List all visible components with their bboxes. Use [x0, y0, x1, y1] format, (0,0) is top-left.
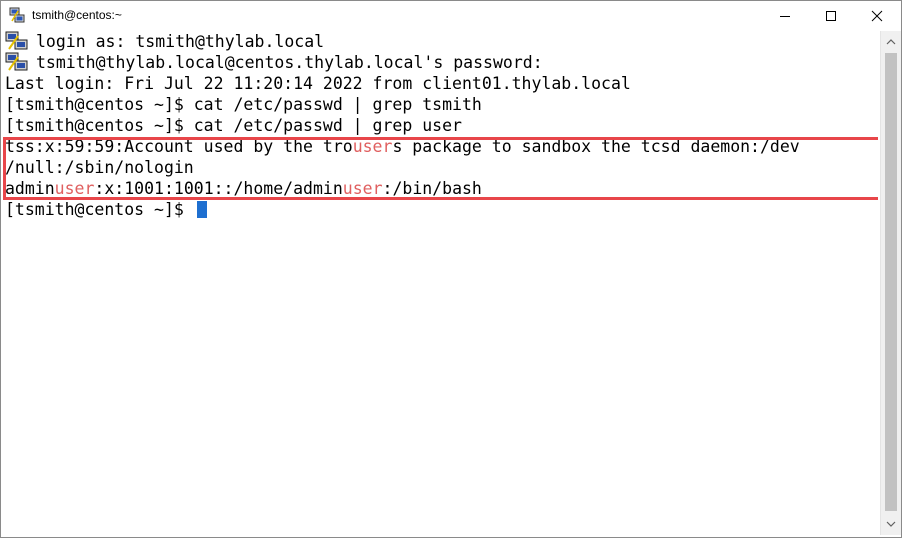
scroll-down-button[interactable]	[881, 515, 901, 533]
scroll-thumb[interactable]	[885, 53, 897, 511]
window-title: tsmith@centos:~	[32, 8, 122, 22]
terminal-output[interactable]: login as: tsmith@thylab.local tsmith@thy…	[2, 31, 878, 535]
putty-small-icon	[5, 52, 28, 71]
close-button[interactable]	[854, 1, 900, 30]
close-icon	[871, 10, 883, 21]
putty-icon[interactable]	[9, 7, 25, 23]
putty-small-icon	[5, 31, 28, 50]
vertical-scrollbar[interactable]	[880, 31, 901, 535]
shell-prompt: [tsmith@centos ~]$	[5, 200, 194, 219]
title-bar[interactable]: tsmith@centos:~	[1, 1, 901, 30]
terminal-line-prompt: [tsmith@centos ~]$	[5, 199, 207, 220]
maximize-button[interactable]	[808, 1, 854, 30]
annotation-box	[3, 137, 878, 200]
chevron-up-icon	[886, 39, 896, 45]
scroll-up-button[interactable]	[881, 33, 901, 51]
maximize-icon	[826, 10, 836, 21]
chevron-down-icon	[886, 521, 896, 527]
terminal-line-command-1: [tsmith@centos ~]$ cat /etc/passwd | gre…	[5, 95, 482, 114]
minimize-icon	[780, 15, 790, 17]
terminal-line-login: login as: tsmith@thylab.local	[36, 32, 325, 51]
minimize-button[interactable]	[762, 1, 808, 30]
terminal-window: tsmith@centos:~ login as: tsmith@thylab.…	[0, 0, 902, 538]
terminal-line-last-login: Last login: Fri Jul 22 11:20:14 2022 fro…	[5, 74, 631, 93]
terminal-line-password: tsmith@thylab.local@centos.thylab.local'…	[36, 53, 543, 72]
text-cursor	[196, 201, 207, 218]
terminal-line-command-2: [tsmith@centos ~]$ cat /etc/passwd | gre…	[5, 116, 462, 135]
